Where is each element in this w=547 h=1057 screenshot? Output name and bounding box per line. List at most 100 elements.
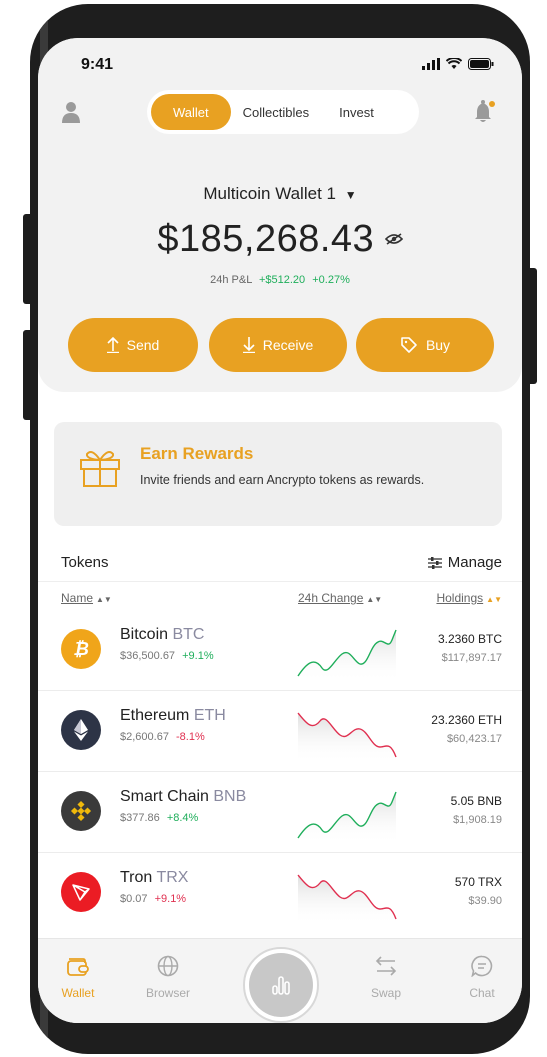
manage-label: Manage	[447, 554, 502, 571]
send-button[interactable]: Send	[68, 318, 198, 372]
sort-by-change[interactable]: 24h Change ▲▼	[298, 591, 382, 605]
globe-icon	[157, 955, 179, 977]
phone-frame: 9:41 Wallet Collectibles Invest Multicoi…	[30, 4, 530, 1054]
token-price-row: $0.07 +9.1%	[120, 893, 186, 905]
token-name-label: Smart Chain	[120, 788, 209, 805]
swap-icon	[375, 956, 397, 976]
sparkline-chart	[297, 629, 397, 682]
token-name: Bitcoin BTC	[120, 626, 204, 644]
token-change: +9.1%	[182, 650, 214, 662]
profile-icon[interactable]	[62, 101, 80, 128]
wallet-name: Multicoin Wallet 1	[203, 184, 336, 203]
pnl-row: 24h P&L +$512.20 +0.27%	[38, 274, 522, 286]
battery-icon	[468, 58, 494, 70]
token-symbol: BTC	[172, 626, 205, 643]
token-holdings-value: $117,897.17	[441, 652, 502, 664]
token-change: +8.4%	[166, 812, 199, 824]
tron-icon	[61, 872, 101, 912]
token-symbol: ETH	[193, 707, 226, 724]
sort-caret-icon: ▲▼	[366, 595, 383, 604]
nav-swap[interactable]: Swap	[351, 955, 421, 1000]
receive-label: Receive	[262, 337, 314, 353]
send-label: Send	[126, 337, 160, 353]
token-holdings-value: $39.90	[468, 895, 502, 907]
pnl-percent: +0.27%	[312, 274, 350, 286]
buy-label: Buy	[425, 337, 451, 353]
notification-bell-icon[interactable]	[474, 100, 496, 129]
wallet-icon	[67, 958, 89, 976]
rewards-title: Earn Rewards	[140, 444, 254, 463]
wifi-icon	[446, 58, 462, 69]
nav-browser-label: Browser	[145, 986, 190, 1000]
status-time: 9:41	[81, 56, 114, 73]
divider	[38, 581, 522, 582]
token-name-label: Tron	[120, 869, 153, 886]
manage-button[interactable]: Manage	[427, 554, 502, 571]
sparkline-chart	[297, 874, 397, 925]
nav-chat-label: Chat	[469, 986, 495, 1000]
token-price: $0.07	[120, 893, 148, 905]
earn-rewards-banner[interactable]: Earn Rewards Invite friends and earn Anc…	[54, 422, 502, 526]
arrow-down-icon	[242, 337, 255, 353]
token-row-ethereum[interactable]: Ethereum ETH $2,600.67 -8.1% 23.2360 ETH…	[38, 691, 522, 772]
token-name: Ethereum ETH	[120, 707, 226, 725]
token-holdings: 5.05 BNB	[450, 794, 502, 808]
token-price: $36,500.67	[120, 650, 176, 662]
token-holdings-value: $1,908.19	[453, 814, 502, 826]
ethereum-icon	[61, 710, 101, 750]
receive-button[interactable]: Receive	[209, 318, 347, 372]
token-holdings-value: $60,423.17	[446, 733, 502, 745]
dropdown-caret-icon: ▼	[344, 188, 357, 202]
token-change: +9.1%	[154, 893, 187, 905]
sparkline-chart	[297, 712, 397, 763]
token-symbol: BNB	[213, 788, 247, 805]
signal-icon	[422, 58, 440, 70]
nav-wallet[interactable]: Wallet	[43, 955, 113, 1000]
top-segment-control: Wallet Collectibles Invest	[147, 90, 419, 134]
token-price-row: $2,600.67 -8.1%	[120, 731, 205, 743]
token-name-label: Ethereum	[120, 707, 190, 724]
action-buttons: Send Receive Buy	[68, 318, 494, 372]
token-name-label: Bitcoin	[120, 626, 169, 643]
holdings-column-label: Holdings	[436, 591, 484, 605]
buy-button[interactable]: Buy	[356, 318, 494, 372]
sort-by-name[interactable]: Name ▲▼	[61, 591, 112, 605]
token-price: $377.86	[120, 812, 160, 824]
center-button-inner	[249, 953, 313, 1017]
token-price-row: $377.86 +8.4%	[120, 812, 198, 824]
tokens-title: Tokens	[61, 554, 109, 571]
token-row-bitcoin[interactable]: ₿ Bitcoin BTC $36,500.67 +9.1% 3.2360 BT…	[38, 610, 522, 691]
token-symbol: TRX	[156, 869, 189, 886]
tab-collectibles[interactable]: Collectibles	[231, 94, 321, 130]
wallet-header: 9:41 Wallet Collectibles Invest Multicoi…	[38, 38, 522, 392]
token-row-tron[interactable]: Tron TRX $0.07 +9.1% 570 TRX $39.90	[38, 853, 522, 934]
nav-wallet-label: Wallet	[61, 986, 95, 1000]
tab-invest[interactable]: Invest	[321, 94, 386, 130]
status-icons	[422, 58, 494, 70]
token-price-row: $36,500.67 +9.1%	[120, 650, 214, 662]
tab-wallet[interactable]: Wallet	[151, 94, 231, 130]
token-row-smart-chain[interactable]: Smart Chain BNB $377.86 +8.4% 5.05 BNB $…	[38, 772, 522, 853]
total-balance: $185,268.43	[157, 218, 375, 260]
nav-browser[interactable]: Browser	[133, 955, 203, 1000]
sort-by-holdings[interactable]: Holdings ▲▼	[436, 591, 502, 605]
center-stats-button[interactable]	[243, 947, 319, 1023]
sparkline-chart	[297, 791, 397, 844]
rewards-text: Invite friends and earn Ancrypto tokens …	[140, 473, 425, 487]
token-holdings: 23.2360 ETH	[431, 713, 502, 727]
token-name: Smart Chain BNB	[120, 788, 246, 806]
bnb-icon	[61, 791, 101, 831]
hide-balance-icon[interactable]	[384, 232, 403, 250]
nav-chat[interactable]: Chat	[447, 955, 517, 1000]
wallet-selector[interactable]: Multicoin Wallet 1 ▼	[38, 184, 522, 204]
change-column-label: 24h Change	[298, 591, 364, 605]
tag-icon	[401, 337, 417, 353]
token-name: Tron TRX	[120, 869, 188, 887]
bitcoin-icon: ₿	[61, 629, 101, 669]
name-column-label: Name	[61, 591, 94, 605]
pnl-label: 24h P&L	[210, 274, 252, 286]
sort-caret-icon: ▲▼	[96, 595, 112, 604]
nav-swap-label: Swap	[370, 986, 402, 1000]
token-price: $2,600.67	[120, 731, 169, 743]
sliders-icon	[427, 556, 442, 569]
